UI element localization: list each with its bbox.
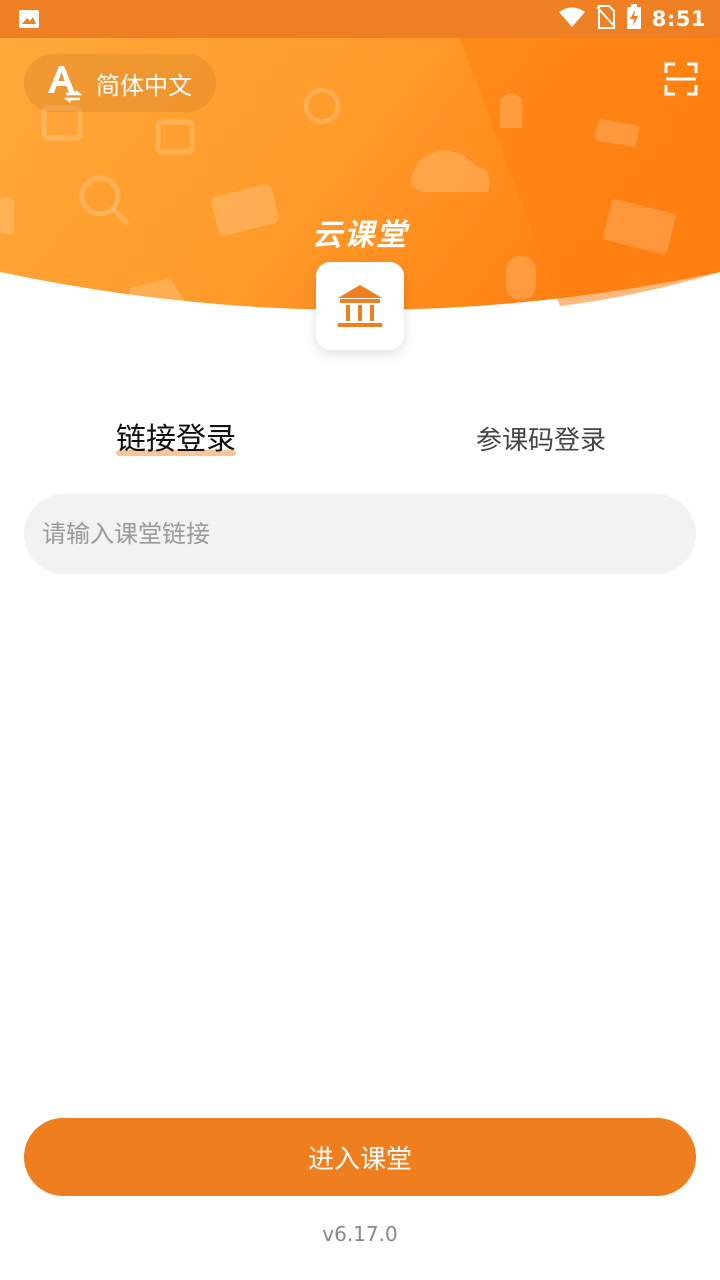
language-icon [48, 66, 82, 103]
language-switch-button[interactable]: 简体中文 [24, 54, 216, 112]
scan-icon[interactable] [664, 62, 698, 96]
classroom-link-field[interactable] [24, 494, 696, 574]
enter-classroom-button[interactable]: 进入课堂 [24, 1118, 696, 1196]
status-bar: 8:51 [0, 0, 720, 38]
app-logo [316, 262, 404, 350]
status-time: 8:51 [651, 7, 706, 31]
image-notification-icon [18, 9, 40, 33]
tab-link-login[interactable]: 链接登录 [116, 414, 236, 458]
app-version: v6.17.0 [322, 1222, 398, 1246]
no-sim-icon [596, 5, 616, 33]
app-title: 云课堂 [312, 218, 408, 253]
tab-link-login-label: 链接登录 [116, 422, 236, 457]
wifi-icon [558, 6, 586, 32]
tab-code-login-label: 参课码登录 [476, 426, 607, 456]
battery-charging-icon [626, 4, 642, 34]
language-label: 简体中文 [96, 71, 192, 100]
institution-icon [338, 285, 382, 327]
classroom-link-input[interactable] [40, 494, 672, 574]
tab-code-login[interactable]: 参课码登录 [476, 420, 606, 457]
